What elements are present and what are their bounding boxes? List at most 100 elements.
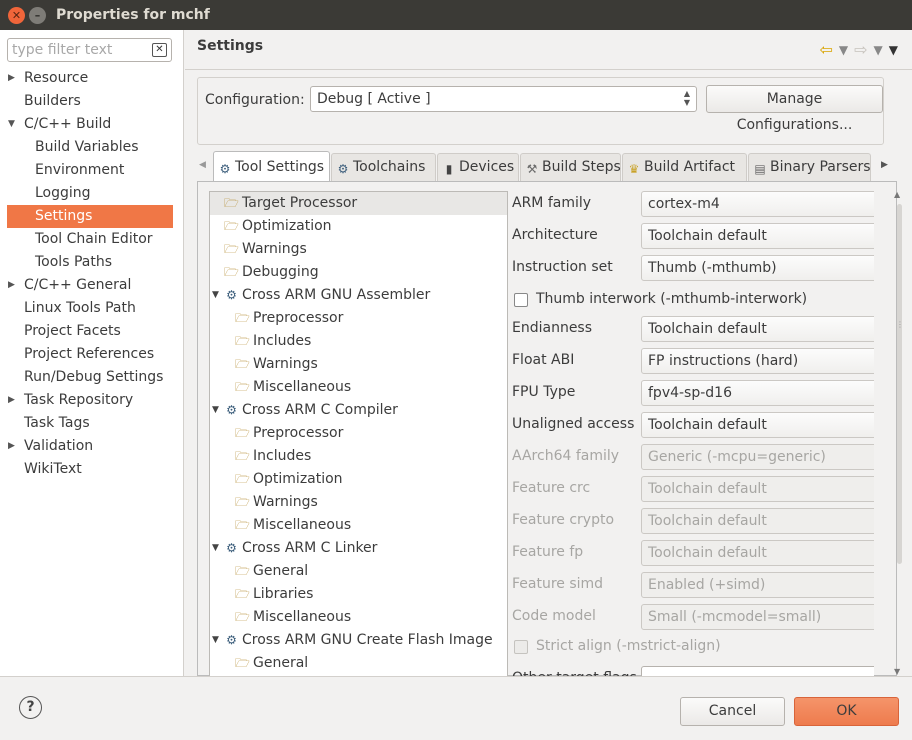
collapsed-arrow-icon[interactable]: ▶: [8, 274, 15, 297]
feature-fp-select: Toolchain default: [641, 540, 874, 566]
view-menu-chevron-icon[interactable]: ▼: [889, 43, 898, 57]
tree-item-miscellaneous[interactable]: 🗁 Miscellaneous: [210, 514, 507, 537]
tree-item-cross-arm-c-linker[interactable]: ▼ ⚙ Cross ARM C Linker: [210, 537, 507, 560]
tree-item-general[interactable]: 🗁 General: [210, 652, 507, 675]
sidebar-item-label: C/C++ General: [24, 277, 132, 293]
tree-item-general[interactable]: 🗁 General: [210, 560, 507, 583]
tree-item-libraries[interactable]: 🗁 Libraries: [210, 583, 507, 606]
tree-item-target-processor[interactable]: 🗁 Target Processor: [210, 192, 507, 215]
tab-tool-settings[interactable]: ⚙ Tool Settings: [213, 151, 330, 181]
unaligned-access-select[interactable]: Toolchain default: [641, 412, 874, 438]
help-icon[interactable]: ?: [19, 696, 42, 719]
sidebar-item-run-debug-settings[interactable]: Run/Debug Settings: [0, 366, 184, 389]
collapsed-arrow-icon[interactable]: ▶: [8, 435, 15, 458]
close-window-button[interactable]: ✕: [8, 6, 25, 24]
sidebar-item-c-c-general[interactable]: ▶ C/C++ General: [0, 274, 184, 297]
tree-item-cross-arm-gnu-create-flash-image[interactable]: ▼ ⚙ Cross ARM GNU Create Flash Image: [210, 629, 507, 652]
collapsed-arrow-icon[interactable]: ▶: [8, 67, 15, 90]
expanded-arrow-icon[interactable]: ▼: [212, 284, 219, 307]
field-label: Endianness: [512, 320, 593, 336]
title-bar: ✕ – Properties for mchf: [0, 0, 912, 30]
collapsed-arrow-icon[interactable]: ▶: [8, 389, 15, 412]
tree-item-includes[interactable]: 🗁 Includes: [210, 445, 507, 468]
expanded-arrow-icon[interactable]: ▼: [212, 399, 219, 422]
form-scrollbar[interactable]: ▲ ⋮ ▼: [894, 190, 906, 676]
tab-binary-parsers[interactable]: ▤ Binary Parsers: [748, 153, 871, 181]
checkbox-label: Strict align (-mstrict-align): [536, 638, 721, 654]
forward-arrow-icon[interactable]: ⇨: [854, 40, 867, 59]
sidebar-item-linux-tools-path[interactable]: Linux Tools Path: [0, 297, 184, 320]
filter-input[interactable]: [8, 39, 143, 61]
sidebar-item-environment[interactable]: Environment: [0, 159, 184, 182]
arm-family-select[interactable]: cortex-m4: [641, 191, 874, 217]
cancel-button[interactable]: Cancel: [680, 697, 785, 726]
expanded-arrow-icon[interactable]: ▼: [8, 113, 15, 136]
sidebar-item-tools-paths[interactable]: Tools Paths: [0, 251, 184, 274]
sidebar-item-settings[interactable]: Settings: [7, 205, 173, 228]
scroll-down-icon[interactable]: ▼: [894, 667, 900, 676]
configuration-value: Debug [ Active ]: [317, 91, 431, 107]
sidebar-item-logging[interactable]: Logging: [0, 182, 184, 205]
architecture-select[interactable]: Toolchain default: [641, 223, 874, 249]
tree-item-cross-arm-gnu-assembler[interactable]: ▼ ⚙ Cross ARM GNU Assembler: [210, 284, 507, 307]
tab-build-artifact[interactable]: ♛ Build Artifact: [622, 153, 747, 181]
back-arrow-icon[interactable]: ⇦: [819, 40, 832, 59]
minimize-window-button[interactable]: –: [29, 6, 46, 24]
sidebar: ✕ ▶ Resource Builders ▼ C/C++ Build Build Var…: [0, 30, 184, 676]
folder-icon: 🗁: [235, 426, 250, 440]
sidebar-item-project-references[interactable]: Project References: [0, 343, 184, 366]
sidebar-item-tool-chain-editor[interactable]: Tool Chain Editor: [0, 228, 184, 251]
tree-item-label: Includes: [253, 333, 312, 349]
folder-icon: 🗁: [235, 518, 250, 532]
scroll-up-icon[interactable]: ▲: [894, 190, 900, 199]
sidebar-item-resource[interactable]: ▶ Resource: [0, 67, 184, 90]
endianness-select[interactable]: Toolchain default: [641, 316, 874, 342]
tree-item-cross-arm-c-compiler[interactable]: ▼ ⚙ Cross ARM C Compiler: [210, 399, 507, 422]
tree-item-miscellaneous[interactable]: 🗁 Miscellaneous: [210, 376, 507, 399]
field-label: Feature fp: [512, 544, 584, 560]
tab-toolchains[interactable]: ⚙ Toolchains: [331, 153, 436, 181]
sidebar-item-build-variables[interactable]: Build Variables: [0, 136, 184, 159]
sidebar-item-task-tags[interactable]: Task Tags: [0, 412, 184, 435]
fpu-type-select[interactable]: fpv4-sp-d16: [641, 380, 874, 406]
sidebar-item-wikitext[interactable]: WikiText: [0, 458, 184, 481]
sidebar-item-c-c-build[interactable]: ▼ C/C++ Build: [0, 113, 184, 136]
tab-build-steps[interactable]: ⚒ Build Steps: [520, 153, 621, 181]
thumb-interwork-mthumb-interwork-checkbox[interactable]: [514, 293, 528, 307]
tree-item-miscellaneous[interactable]: 🗁 Miscellaneous: [210, 606, 507, 629]
expanded-arrow-icon[interactable]: ▼: [212, 537, 219, 560]
clear-filter-icon[interactable]: ✕: [152, 43, 167, 57]
expanded-arrow-icon[interactable]: ▼: [212, 629, 219, 652]
manage-configurations-button[interactable]: Manage Configurations...: [706, 85, 883, 133]
field-label: Code model: [512, 608, 596, 624]
tree-item-optimization[interactable]: 🗁 Optimization: [210, 215, 507, 238]
tree-item-warnings[interactable]: 🗁 Warnings: [210, 238, 507, 261]
configuration-select[interactable]: Debug [ Active ] ▲ ▼: [310, 86, 697, 112]
ok-button[interactable]: OK: [794, 697, 899, 726]
tab-scroll-left-icon[interactable]: ◀: [199, 160, 206, 170]
tree-item-preprocessor[interactable]: 🗁 Preprocessor: [210, 307, 507, 330]
main-area: Settings ⇦ ▼ ⇨ ▼ ▼ Configuration: Debug …: [185, 30, 912, 677]
sidebar-item-builders[interactable]: Builders: [0, 90, 184, 113]
back-menu-chevron-icon[interactable]: ▼: [839, 43, 848, 57]
tree-item-preprocessor[interactable]: 🗁 Preprocessor: [210, 422, 507, 445]
tree-item-debugging[interactable]: 🗁 Debugging: [210, 261, 507, 284]
tree-item-optimization[interactable]: 🗁 Optimization: [210, 468, 507, 491]
sidebar-item-project-facets[interactable]: Project Facets: [0, 320, 184, 343]
instruction-set-select[interactable]: Thumb (-mthumb): [641, 255, 874, 281]
tab-devices[interactable]: ▮ Devices: [437, 153, 519, 181]
tree-item-warnings[interactable]: 🗁 Warnings: [210, 353, 507, 376]
sidebar-item-task-repository[interactable]: ▶ Task Repository: [0, 389, 184, 412]
tree-item-warnings[interactable]: 🗁 Warnings: [210, 491, 507, 514]
tab-scroll-right-icon[interactable]: ▶: [881, 160, 888, 170]
folder-icon: 🗁: [235, 587, 250, 601]
scrollbar-thumb[interactable]: [897, 204, 902, 564]
forward-menu-chevron-icon[interactable]: ▼: [874, 43, 883, 57]
tree-item-includes[interactable]: 🗁 Includes: [210, 330, 507, 353]
field-label: AArch64 family: [512, 448, 620, 464]
tab-label: Binary Parsers: [770, 159, 871, 175]
tree-item-label: Cross ARM GNU Assembler: [242, 287, 431, 303]
float-abi-select[interactable]: FP instructions (hard): [641, 348, 874, 374]
tree-item-label: Warnings: [253, 494, 318, 510]
sidebar-item-validation[interactable]: ▶ Validation: [0, 435, 184, 458]
